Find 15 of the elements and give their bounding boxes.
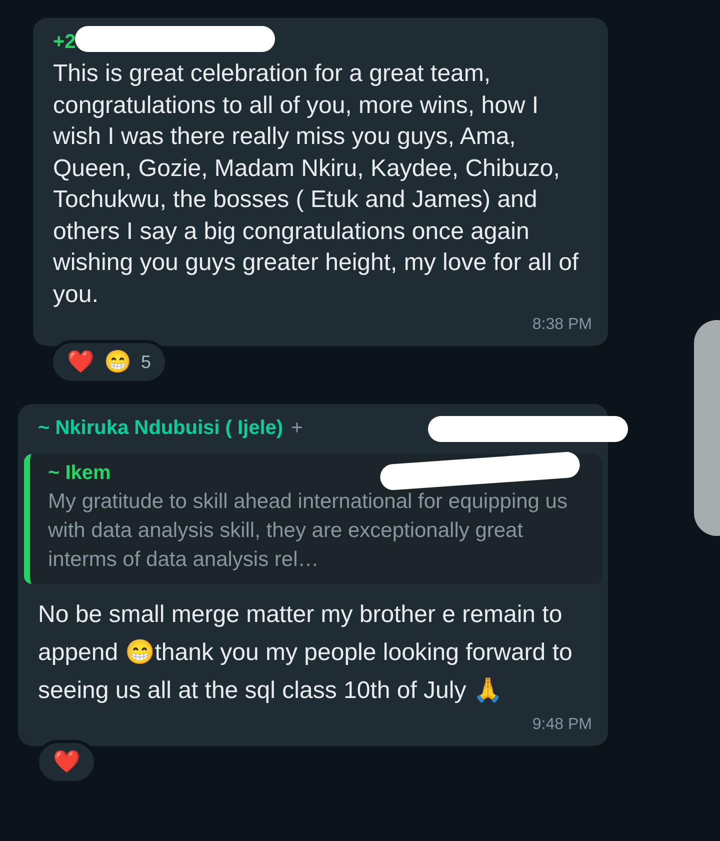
message-time: 9:48 PM [532,716,592,734]
sender-phone: + [291,416,303,440]
message-text: No be small merge matter my brother e remain to append 😁thank you my people looking forward to seeing us all at the sql class 10th of July 🙏 [38,600,574,706]
reactions[interactable]: ❤ [36,740,97,784]
message-text: This is great celebration for a great team, congratulations to all of you, more wins, how I wish I was there really miss you guys, Ama, Queen, Gozie, Madam Nkiru, Kaydee, Chibuzo, Tochukwu, the bosses ( Etuk and James) and others I say a big congratulations once again wishing you guys greater height, my love for all of you. [53,59,580,310]
quote-author: ~ Ikem [48,462,112,485]
sender-name: +2 [53,30,76,54]
reaction-emoji: ❤ [67,349,94,375]
message-time: 8:38 PM [532,316,592,334]
reaction-count: 5 [141,352,152,372]
quote-text: My gratitude to skill ahead international for equipping us with data analysis skill, they are exceptionally great interms of data analysis rel… [48,489,568,573]
reaction-emoji: 😁 [104,349,131,375]
quoted-message[interactable]: ~ Ikem My gratitude to skill ahead international for equipping us with data analysis skill, they are exceptionally great interms of data analysis rel… [24,454,602,584]
reaction-emoji: ❤ [53,749,80,775]
sender-name: ~ Nkiruka Ndubuisi ( Ijele) [38,416,284,440]
